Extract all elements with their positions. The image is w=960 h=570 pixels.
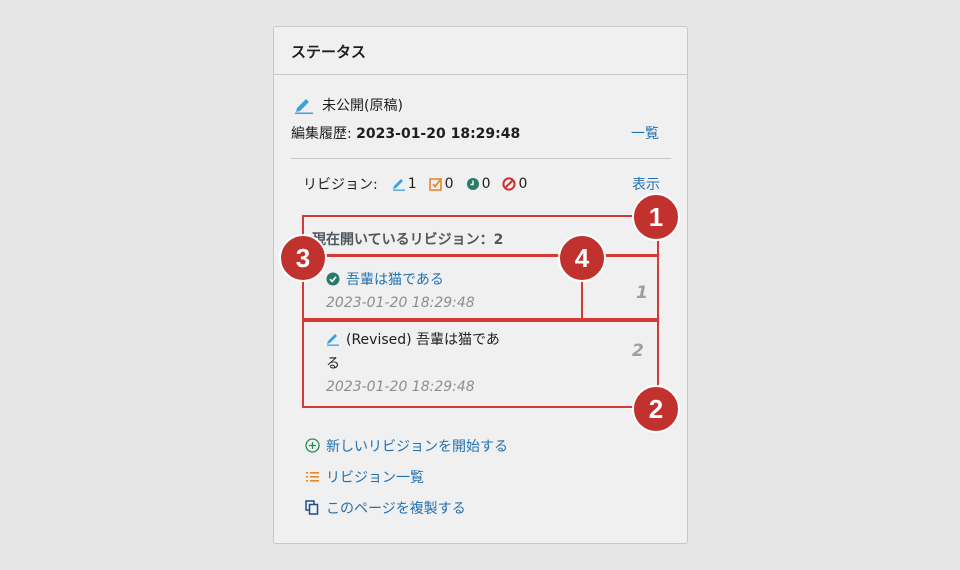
plus-circle-icon [304,438,320,454]
show-revisions-link[interactable]: 表示 [632,174,660,194]
callout-badge-2: 2 [632,385,680,433]
highlight-box-revision-1 [302,255,583,320]
status-label: 未公開(原稿) [322,98,403,114]
new-revision-action[interactable]: 新しいリビジョンを開始する [304,430,508,461]
publish-status: 未公開(原稿) [294,95,403,115]
panel-title: ステータス [274,27,687,75]
checkbox-icon [428,177,443,191]
list-icon [304,469,320,485]
revision-counts: リビジョン: 1 0 0 0 表示 [303,174,660,194]
history-label: 編集履歴: [291,126,357,142]
divider [291,158,671,159]
history-date: 2023-01-20 18:29:48 [356,126,521,142]
scheduled-count: 0 [466,176,490,192]
revision-label: リビジョン: [303,177,378,193]
callout-badge-4: 4 [558,234,606,282]
revision-list-action[interactable]: リビジョン一覧 [304,461,508,492]
revision-list-link[interactable]: リビジョン一覧 [326,467,424,487]
prohibited-icon [502,177,517,191]
callout-badge-3: 3 [279,234,327,282]
history-list-link[interactable]: 一覧 [631,123,659,143]
copy-icon [304,500,320,516]
new-revision-link[interactable]: 新しいリビジョンを開始する [326,436,508,456]
pending-count: 0 [428,176,454,192]
duplicate-action[interactable]: このページを複製する [304,492,508,523]
duplicate-page-link[interactable]: このページを複製する [326,498,466,518]
pencil-icon [392,177,406,191]
clock-icon [466,177,480,191]
callout-badge-1: 1 [632,193,680,241]
rejected-count: 0 [502,176,527,192]
highlight-box-revision-2 [302,320,659,408]
highlight-box-open-revision [302,215,659,256]
edit-history-row: 編集履歴: 2023-01-20 18:29:48 一覧 [291,123,659,143]
pencil-icon [294,96,314,114]
draft-count: 1 [392,176,417,192]
actions-list: 新しいリビジョンを開始する リビジョン一覧 このページを複製する [304,430,508,523]
